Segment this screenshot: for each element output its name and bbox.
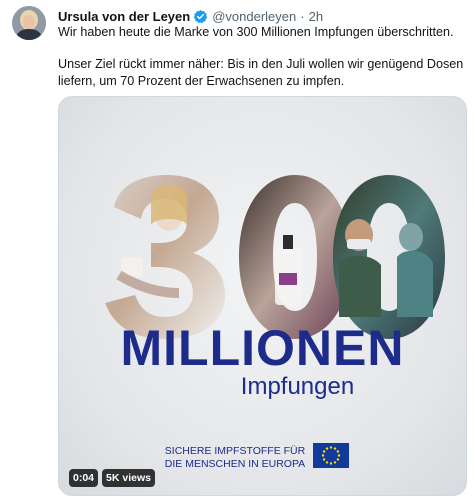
tweet-timestamp[interactable]: 2h — [309, 9, 323, 24]
video-info: 0:04 5K views — [69, 469, 155, 487]
tweet-text: Wir haben heute die Marke von 300 Millio… — [58, 24, 468, 105]
subline-impfungen: Impfungen — [240, 373, 355, 400]
author-name[interactable]: Ursula von der Leyen — [58, 9, 190, 24]
verified-badge-icon — [193, 9, 208, 24]
video-duration: 0:04 — [69, 469, 99, 487]
tweet-paragraph-1: Wir haben heute die Marke von 300 Millio… — [58, 25, 454, 39]
tweet-paragraph-2: Unser Ziel rückt immer näher: Bis in den… — [58, 57, 464, 88]
avatar[interactable] — [12, 6, 46, 40]
video-player[interactable]: 300 — [58, 96, 467, 496]
tweet[interactable]: Ursula von der Leyen @vonderleyen · 2h W… — [0, 0, 475, 500]
digit-0-second — [333, 175, 445, 339]
eu-flag-icon — [313, 443, 349, 468]
big-number-graphic: 300 — [105, 175, 445, 339]
author-handle[interactable]: @vonderleyen — [212, 9, 296, 24]
eu-slogan-line-2: DIE MENSCHEN IN EUROPA — [164, 458, 306, 470]
eu-slogan: SICHERE IMPFSTOFFE FÜR DIE MENSCHEN IN E… — [155, 445, 315, 471]
digit-3 — [105, 175, 225, 339]
tweet-header: Ursula von der Leyen @vonderleyen · 2h — [58, 7, 467, 25]
headline-millionen: MILLIONEN — [120, 320, 405, 376]
view-count: 5K views — [102, 469, 155, 487]
eu-slogan-line-1: SICHERE IMPFSTOFFE FÜR — [164, 445, 306, 457]
separator-dot: · — [300, 8, 305, 24]
